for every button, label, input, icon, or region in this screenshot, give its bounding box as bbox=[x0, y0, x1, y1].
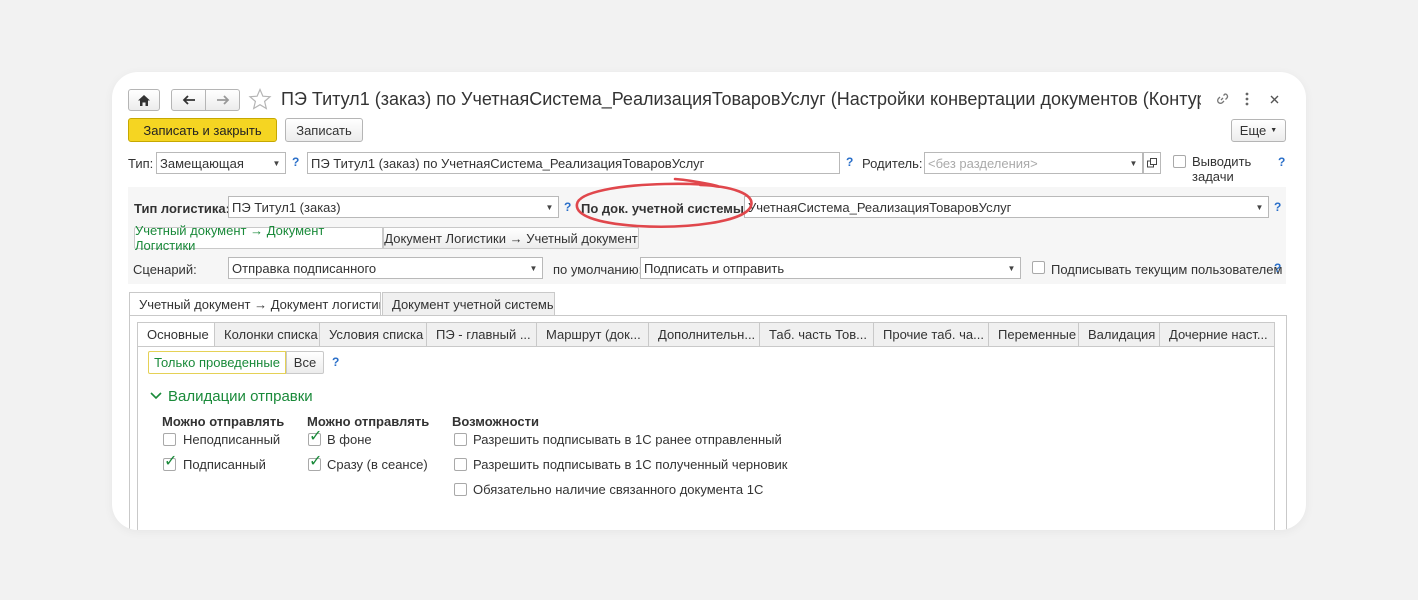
default-select[interactable]: Подписать и отправить bbox=[640, 257, 1004, 279]
subtab-validation[interactable]: Валидация bbox=[1079, 322, 1160, 347]
col3-header: Возможности bbox=[452, 414, 539, 429]
signed-label: Подписанный bbox=[183, 457, 266, 472]
more-button[interactable]: Еще ▼ bbox=[1231, 119, 1286, 142]
tab-accounting-to-logistics[interactable]: Учетный документ → Документ логистика bbox=[129, 292, 381, 316]
default-label: по умолчанию: bbox=[553, 262, 643, 277]
chevron-down-icon: ▼ bbox=[529, 263, 538, 273]
unsigned-label: Неподписанный bbox=[183, 432, 281, 447]
allow-sign-sent-checkbox[interactable] bbox=[454, 433, 467, 446]
chevron-down-icon: ▼ bbox=[272, 158, 281, 168]
chevron-down-icon: ▼ bbox=[1270, 127, 1278, 134]
tab-accounting-document[interactable]: Документ учетной системы bbox=[382, 292, 555, 316]
open-window-icon bbox=[1147, 158, 1157, 168]
type-select[interactable]: Замещающая bbox=[156, 152, 269, 174]
subtab-child-settings[interactable]: Дочерние наст... bbox=[1160, 322, 1275, 347]
only-posted-button[interactable]: Только проведенные bbox=[148, 351, 286, 374]
save-and-close-button[interactable]: Записать и закрыть bbox=[128, 118, 277, 142]
forward-button[interactable] bbox=[205, 89, 240, 111]
require-linked-doc-checkbox[interactable] bbox=[454, 483, 467, 496]
immediately-checkmark-icon: ✓ bbox=[309, 453, 323, 470]
logistics-type-label: Тип логистика: bbox=[134, 201, 230, 216]
back-button[interactable] bbox=[171, 89, 206, 111]
arrow-right-icon bbox=[216, 95, 229, 105]
chevron-down-icon: ▼ bbox=[1255, 202, 1264, 212]
subtab-other-tables[interactable]: Прочие таб. ча... bbox=[874, 322, 989, 347]
subtab-list-columns[interactable]: Колонки списка bbox=[215, 322, 320, 347]
logistics-type-select[interactable]: ПЭ Титул1 (заказ) bbox=[228, 196, 542, 218]
subtab-main[interactable]: Основные bbox=[137, 322, 215, 347]
scenario-dropdown-button[interactable]: ▼ bbox=[525, 257, 543, 279]
home-button[interactable] bbox=[128, 89, 160, 111]
immediately-label: Сразу (в сеансе) bbox=[327, 457, 428, 472]
subtab-route[interactable]: Маршрут (док... bbox=[537, 322, 649, 347]
background-label: В фоне bbox=[327, 432, 372, 447]
save-button[interactable]: Записать bbox=[285, 118, 363, 142]
col2-header: Можно отправлять bbox=[307, 414, 430, 429]
allow-sign-draft-label: Разрешить подписывать в 1С полученный че… bbox=[473, 457, 788, 472]
subtab-variables[interactable]: Переменные bbox=[989, 322, 1079, 347]
signed-checkmark-icon: ✓ bbox=[164, 453, 178, 470]
name-help-icon[interactable]: ? bbox=[846, 155, 853, 169]
parent-open-button[interactable] bbox=[1143, 152, 1161, 174]
by-doc-select[interactable]: УчетнаяСистема_РеализацияТоваровУслуг bbox=[744, 196, 1252, 218]
show-tasks-help-icon[interactable]: ? bbox=[1278, 155, 1285, 169]
chevron-down-icon[interactable] bbox=[150, 392, 162, 400]
all-button[interactable]: Все bbox=[286, 351, 324, 374]
logistics-type-dropdown-button[interactable]: ▼ bbox=[541, 196, 559, 218]
parent-dropdown-button[interactable]: ▼ bbox=[1125, 152, 1143, 174]
show-tasks-label: Выводить задачи bbox=[1192, 154, 1252, 184]
type-label: Тип: bbox=[128, 156, 154, 171]
window-title: ПЭ Титул1 (заказ) по УчетнаяСистема_Реал… bbox=[281, 89, 1201, 109]
subtab-additional[interactable]: Дополнительн... bbox=[649, 322, 760, 347]
type-help-icon[interactable]: ? bbox=[292, 155, 299, 169]
name-input[interactable]: ПЭ Титул1 (заказ) по УчетнаяСистема_Реал… bbox=[307, 152, 840, 174]
chevron-down-icon: ▼ bbox=[1007, 263, 1016, 273]
allow-sign-draft-checkbox[interactable] bbox=[454, 458, 467, 471]
background-checkmark-icon: ✓ bbox=[309, 428, 323, 445]
scenario-select[interactable]: Отправка подписанного bbox=[228, 257, 526, 279]
sign-current-user-label: Подписывать текущим пользователем bbox=[1051, 262, 1283, 277]
chevron-down-icon: ▼ bbox=[1129, 158, 1138, 168]
annotation-circle bbox=[575, 177, 753, 228]
by-doc-help-icon[interactable]: ? bbox=[1274, 200, 1281, 214]
star-icon[interactable] bbox=[248, 88, 272, 110]
parent-select[interactable]: <без разделения> bbox=[924, 152, 1126, 174]
allow-sign-sent-label: Разрешить подписывать в 1С ранее отправл… bbox=[473, 432, 782, 447]
chevron-down-icon: ▼ bbox=[545, 202, 554, 212]
default-dropdown-button[interactable]: ▼ bbox=[1003, 257, 1021, 279]
show-tasks-checkbox[interactable] bbox=[1173, 155, 1186, 168]
scenario-label: Сценарий: bbox=[133, 262, 197, 277]
more-button-label: Еще bbox=[1239, 123, 1267, 138]
direction-accounting-to-logistics-button[interactable]: Учетный документ → Документ Логистики bbox=[134, 223, 383, 253]
subtab-goods-table[interactable]: Таб. часть Тов... bbox=[760, 322, 874, 347]
sign-current-user-help-icon[interactable]: ? bbox=[1274, 261, 1281, 275]
subtab-main-pe[interactable]: ПЭ - главный ... bbox=[427, 322, 537, 347]
col1-header: Можно отправлять bbox=[162, 414, 285, 429]
home-icon bbox=[138, 94, 150, 106]
require-linked-doc-label: Обязательно наличие связанного документа… bbox=[473, 482, 764, 497]
more-vertical-icon[interactable] bbox=[1245, 92, 1249, 106]
parent-label: Родитель: bbox=[862, 156, 923, 171]
sign-current-user-checkbox[interactable] bbox=[1032, 261, 1045, 274]
unsigned-checkbox[interactable] bbox=[163, 433, 176, 446]
by-doc-dropdown-button[interactable]: ▼ bbox=[1251, 196, 1269, 218]
type-dropdown-button[interactable]: ▼ bbox=[268, 152, 286, 174]
subtab-list-conditions[interactable]: Условия списка bbox=[320, 322, 427, 347]
validation-group-title[interactable]: Валидации отправки bbox=[168, 388, 313, 405]
link-icon[interactable] bbox=[1215, 92, 1229, 106]
filter-help-icon[interactable]: ? bbox=[332, 355, 339, 369]
window: ПЭ Титул1 (заказ) по УчетнаяСистема_Реал… bbox=[112, 72, 1306, 530]
arrow-left-icon bbox=[182, 95, 195, 105]
close-icon[interactable] bbox=[1270, 95, 1279, 104]
